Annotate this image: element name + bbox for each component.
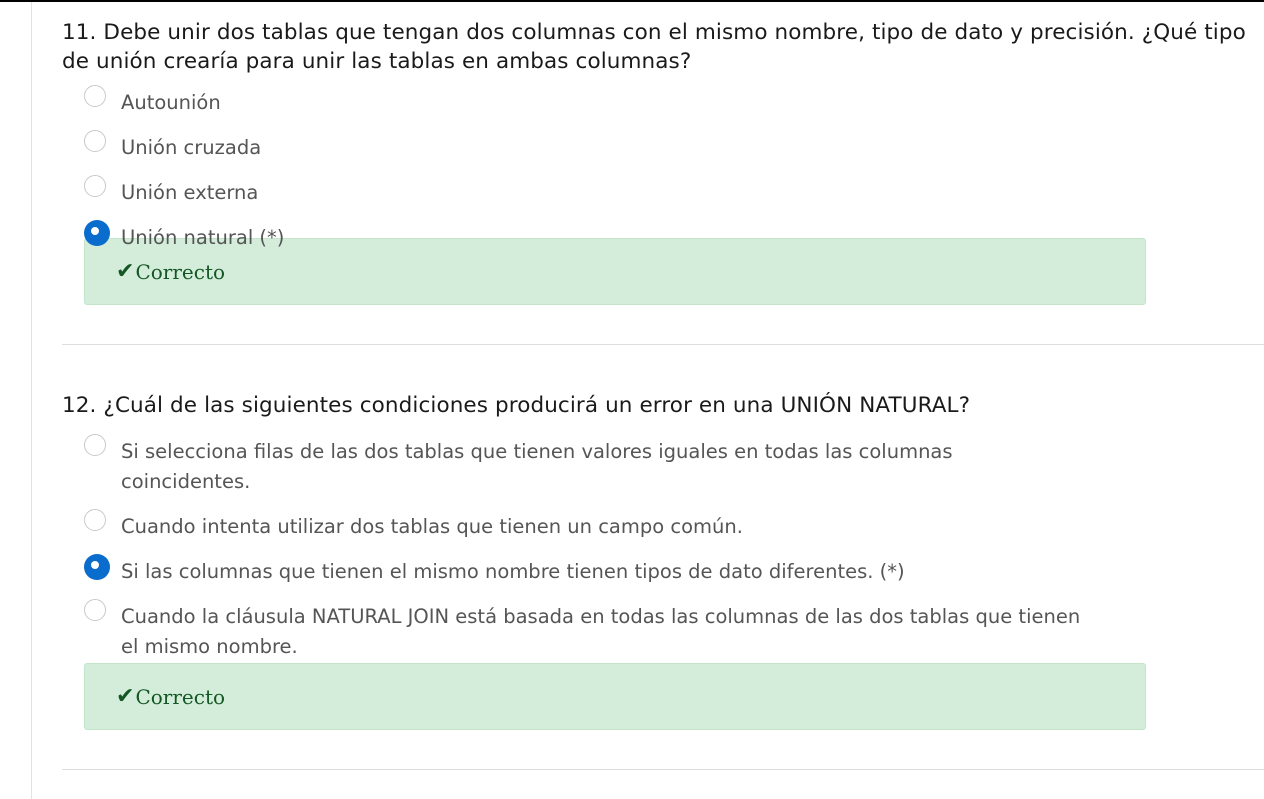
option-label: Si selecciona filas de las dos tablas qu… [121, 440, 953, 493]
option-campo-comun[interactable]: Cuando intenta utilizar dos tablas que t… [62, 509, 1264, 557]
option-label: Unión cruzada [121, 136, 262, 159]
check-icon: ✔ [116, 259, 135, 284]
option-union-cruzada[interactable]: Unión cruzada [62, 130, 1264, 178]
radio-button[interactable] [84, 130, 106, 152]
feedback-correct: ✔ Correcto [84, 663, 1146, 730]
radio-button-selected[interactable] [84, 554, 110, 580]
left-rule [31, 2, 32, 799]
quiz-content: 11. Debe unir dos tablas que tengan dos … [62, 2, 1264, 770]
options-list: Si selecciona filas de las dos tablas qu… [62, 434, 1264, 661]
question-11: 11. Debe unir dos tablas que tengan dos … [62, 2, 1264, 305]
radio-button[interactable] [84, 85, 106, 107]
option-label: Cuando intenta utilizar dos tablas que t… [121, 515, 743, 538]
question-text: 12. ¿Cuál de las siguientes condiciones … [62, 393, 971, 418]
option-label: Autounión [121, 91, 221, 114]
radio-button[interactable] [84, 434, 106, 456]
divider [62, 769, 1264, 770]
feedback-label: Correcto [135, 684, 226, 709]
option-union-externa[interactable]: Unión externa [62, 175, 1264, 223]
feedback-label: Correcto [135, 259, 226, 284]
option-label: Unión natural (*) [121, 226, 285, 249]
option-autounion[interactable]: Autounión [62, 85, 1264, 133]
option-tipos-diferentes[interactable]: Si las columnas que tienen el mismo nomb… [62, 554, 1264, 602]
option-valores-iguales[interactable]: Si selecciona filas de las dos tablas qu… [62, 434, 1021, 512]
radio-button[interactable] [84, 175, 106, 197]
radio-button[interactable] [84, 599, 106, 621]
option-label: Cuando la cláusula NATURAL JOIN está bas… [121, 605, 1081, 658]
radio-button-selected[interactable] [84, 220, 110, 246]
options-list: Autounión Unión cruzada Unión externa Un… [62, 85, 1264, 252]
option-label: Unión externa [121, 181, 259, 204]
radio-button[interactable] [84, 509, 106, 531]
question-text: 11. Debe unir dos tablas que tengan dos … [62, 20, 1246, 74]
option-union-natural[interactable]: Unión natural (*) [62, 220, 1264, 252]
check-icon: ✔ [116, 684, 135, 709]
question-12: 12. ¿Cuál de las siguientes condiciones … [62, 345, 1264, 730]
option-label: Si las columnas que tienen el mismo nomb… [121, 560, 905, 583]
option-natural-join-columnas[interactable]: Cuando la cláusula NATURAL JOIN está bas… [62, 599, 1096, 661]
